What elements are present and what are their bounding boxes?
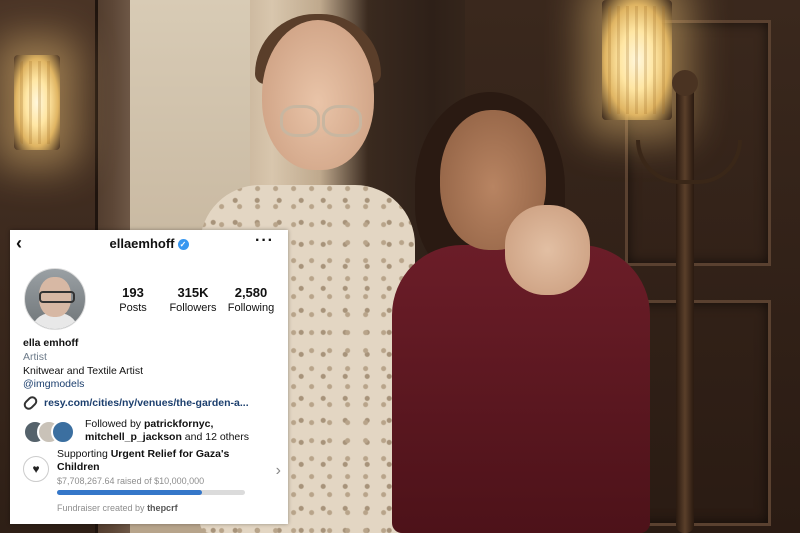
fundraiser-progress-fill bbox=[57, 490, 202, 495]
coat-rack bbox=[636, 70, 742, 533]
fundraiser-creator: Fundraiser created by thepcrf bbox=[57, 503, 178, 513]
profile-link[interactable]: resy.com/cities/ny/venues/the-garden-a..… bbox=[21, 394, 249, 413]
avatar[interactable] bbox=[24, 268, 86, 330]
following-count: 2,580 bbox=[234, 285, 268, 300]
verified-badge-icon: ✓ bbox=[177, 239, 189, 251]
link-icon bbox=[21, 394, 40, 413]
follower-avatar bbox=[51, 420, 75, 444]
followed-by-row[interactable]: Followed by patrickfornyc, mitchell_p_ja… bbox=[23, 418, 283, 444]
person-right-suit bbox=[392, 245, 650, 533]
profile-username-title: ellaemhoff ✓ bbox=[10, 236, 288, 251]
chevron-right-icon[interactable]: › bbox=[276, 462, 281, 480]
wall-sconce-left bbox=[14, 55, 60, 150]
more-horizontal-icon[interactable]: ··· bbox=[255, 232, 274, 250]
wall-sconce-right bbox=[602, 0, 672, 120]
following-label: Following bbox=[227, 302, 275, 314]
profile-link-text: resy.com/cities/ny/venues/the-garden-a..… bbox=[44, 397, 249, 409]
display-name: ella emhoff bbox=[23, 337, 79, 349]
fundraiser-row[interactable]: ♥ Supporting Urgent Relief for Gaza's Ch… bbox=[23, 448, 283, 496]
fundraiser-progress-bar bbox=[57, 490, 245, 495]
username: ellaemhoff bbox=[109, 236, 175, 251]
fundraiser-title: Supporting Urgent Relief for Gaza's Chil… bbox=[57, 448, 230, 473]
profile-header: ‹ ellaemhoff ✓ ··· bbox=[10, 230, 288, 256]
person-left-face bbox=[262, 20, 374, 170]
followed-by-text: Followed by patrickfornyc, mitchell_p_ja… bbox=[85, 418, 250, 443]
bio-text: Knitwear and Textile Artist bbox=[23, 365, 144, 377]
fundraiser-raised: $7,708,267.64 raised of $10,000,000 bbox=[57, 476, 205, 486]
stat-following[interactable]: 2,580 Following bbox=[216, 285, 286, 314]
instagram-profile-card: ‹ ellaemhoff ✓ ··· 193 Posts 315K Followe… bbox=[10, 230, 288, 524]
heart-circle-icon: ♥ bbox=[23, 456, 49, 482]
category-label: Artist bbox=[23, 351, 47, 363]
creator-link[interactable]: thepcrf bbox=[147, 503, 178, 513]
person-left-arm bbox=[505, 205, 590, 295]
bio-mention-link[interactable]: @imgmodels bbox=[23, 378, 84, 391]
